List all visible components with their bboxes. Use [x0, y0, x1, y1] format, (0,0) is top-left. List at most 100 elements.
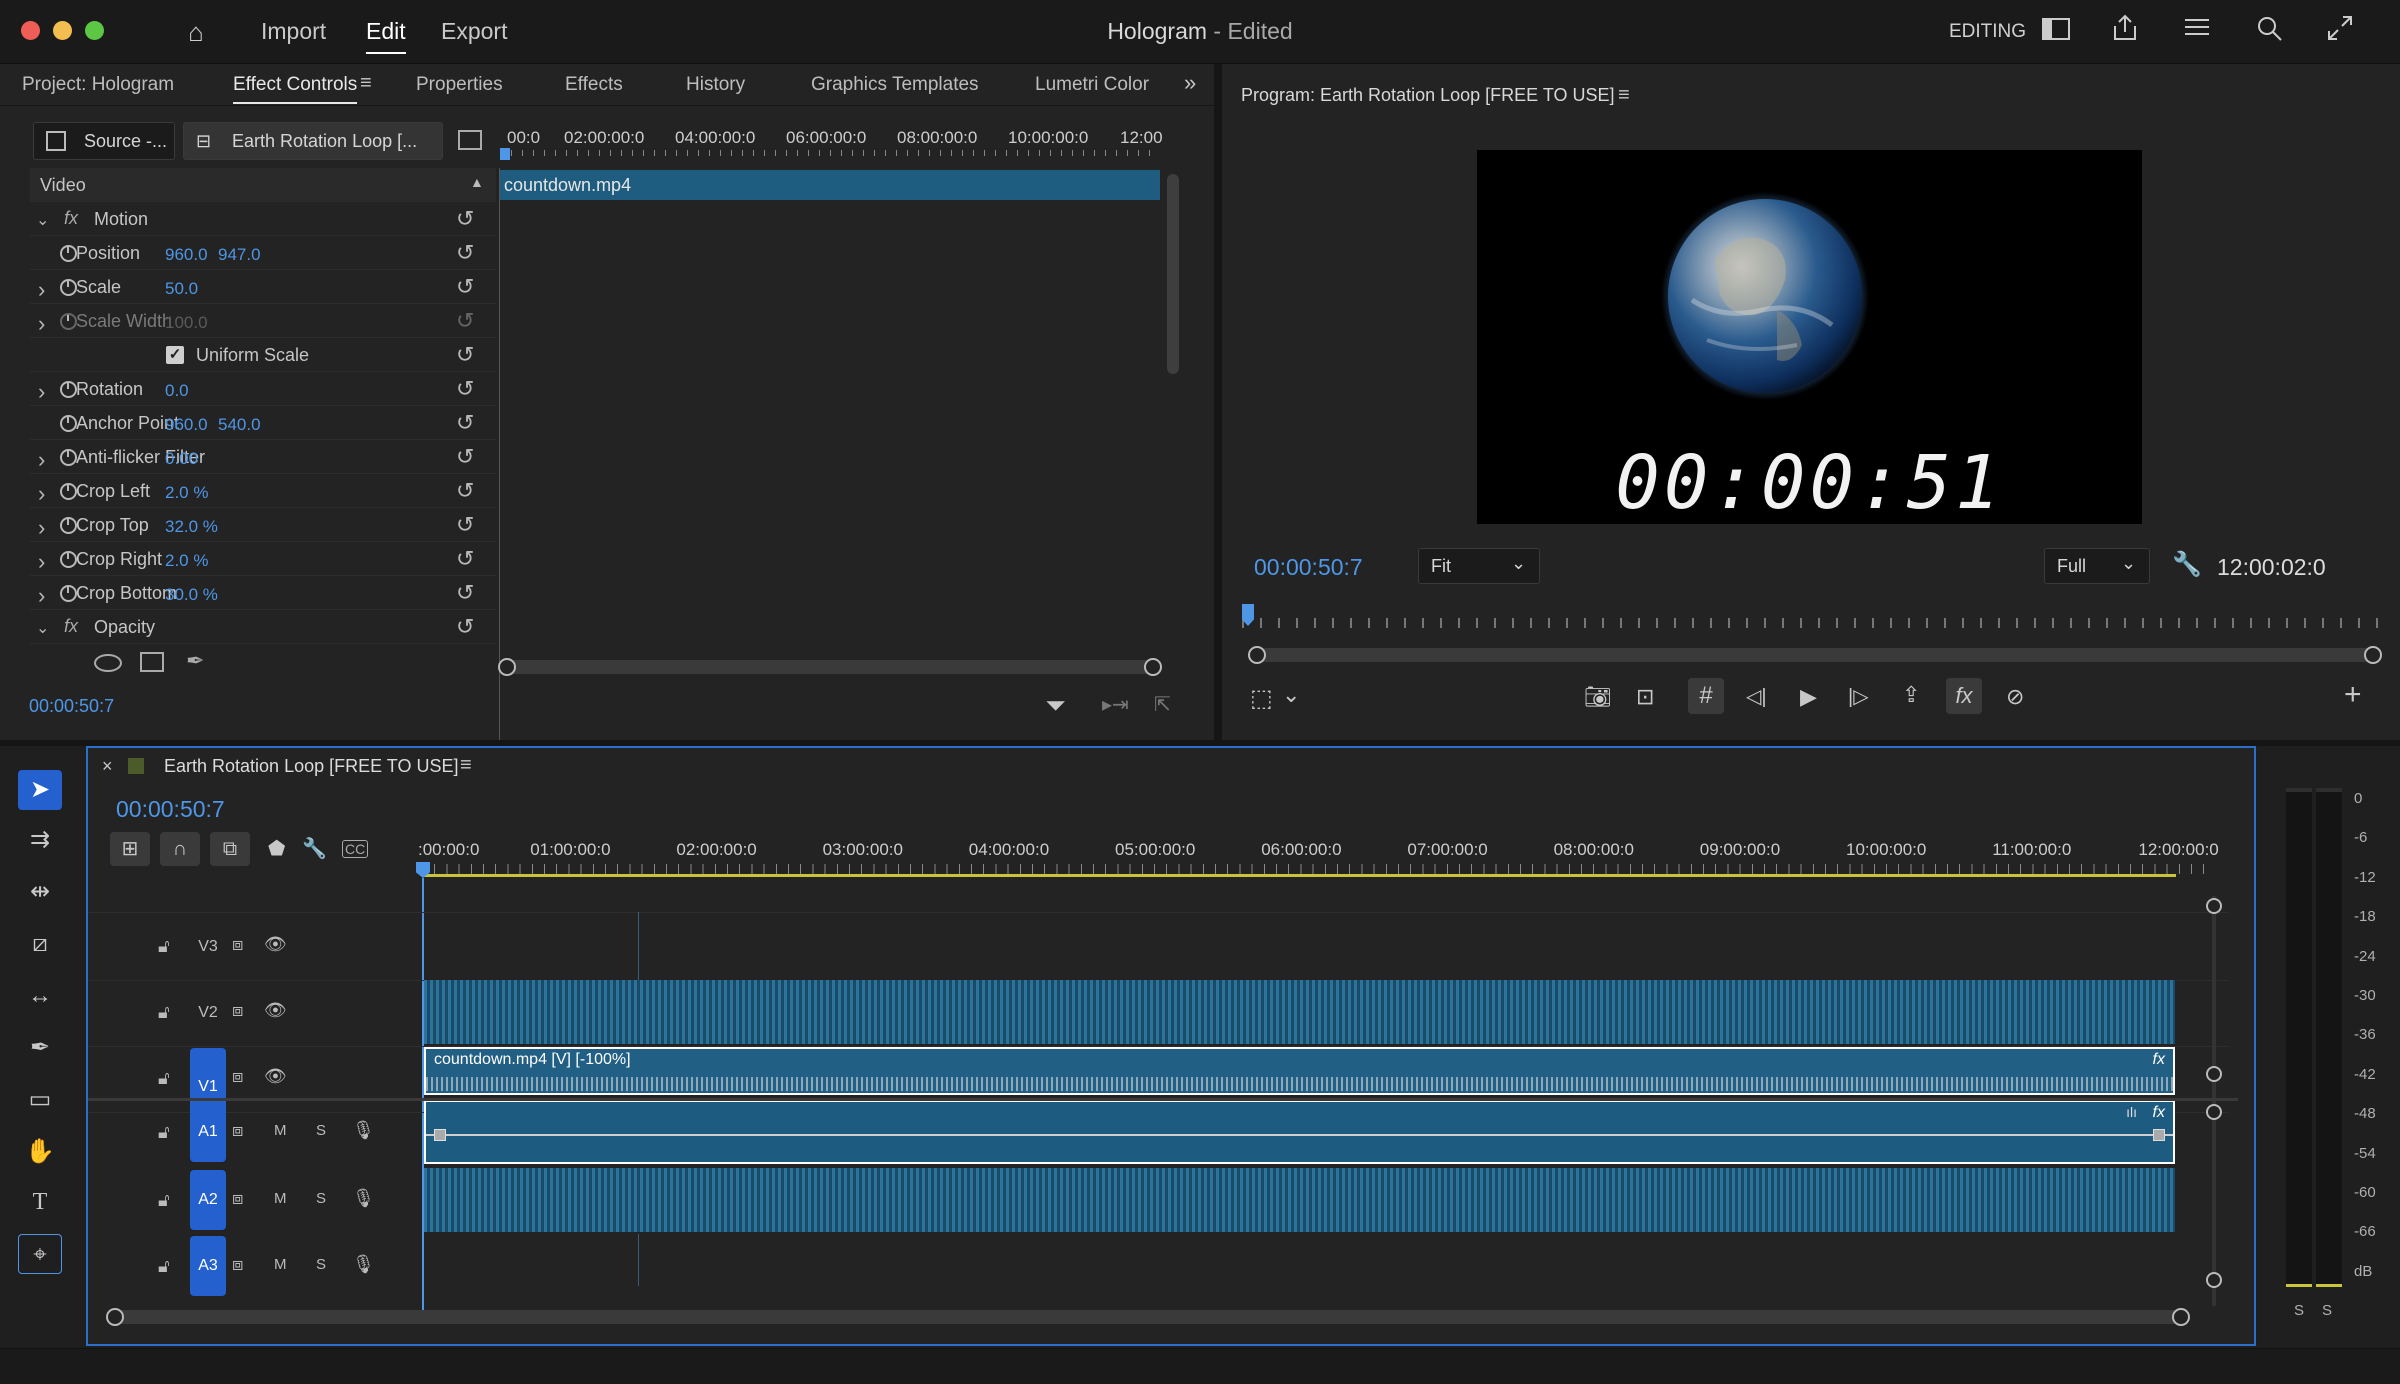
chevron-down-icon[interactable]: ⌄	[1282, 682, 1300, 708]
sync-lock-icon[interactable]: ⧈	[232, 1254, 243, 1275]
chevron-down-icon[interactable]: ⌄	[36, 210, 49, 230]
add-marker-icon[interactable]: ⬟	[268, 836, 285, 861]
property-value[interactable]: 30.0 %	[165, 585, 218, 605]
stopwatch-icon[interactable]	[60, 483, 77, 500]
program-video-frame[interactable]: 00:00:51	[1477, 150, 2142, 524]
reset-parameter-icon[interactable]: ↺	[456, 546, 474, 572]
lock-icon[interactable]: 🔓︎	[158, 936, 170, 957]
sequence-tab-button[interactable]: ⊟ Earth Rotation Loop [...	[183, 122, 443, 160]
property-value[interactable]: 32.0 %	[165, 517, 218, 537]
program-menu-icon[interactable]: ≡	[1618, 84, 1630, 107]
sync-lock-icon[interactable]: ⧈	[232, 1188, 243, 1209]
stopwatch-icon[interactable]	[60, 585, 77, 602]
lock-icon[interactable]: 🔓︎	[158, 1256, 170, 1277]
reset-parameter-icon[interactable]: ↺	[456, 512, 474, 538]
close-icon[interactable]: ×	[102, 756, 113, 777]
pen-mask-icon[interactable]: ✒	[186, 648, 204, 674]
export-frame-icon[interactable]: ⇱	[1154, 692, 1171, 717]
tab-properties[interactable]: Properties	[416, 74, 503, 96]
microphone-icon[interactable]: 🎙︎	[352, 1254, 375, 1275]
selection-tool-icon[interactable]: ➤	[18, 770, 62, 810]
ellipse-mask-icon[interactable]	[94, 654, 122, 672]
eye-icon[interactable]: 👁︎	[264, 934, 287, 955]
property-row[interactable]: › Crop Bottom 30.0 %	[30, 576, 496, 610]
reset-parameter-icon[interactable]: ↺	[456, 376, 474, 402]
sidebar-toggle-icon[interactable]	[458, 130, 482, 150]
chevron-right-icon[interactable]: ›	[38, 277, 45, 303]
track-target-v3[interactable]: V3	[190, 936, 226, 958]
step-back-icon[interactable]: ◁|	[1746, 684, 1767, 709]
solo-button[interactable]: S	[316, 1256, 326, 1273]
panel-menu-icon[interactable]: ≡	[360, 72, 372, 95]
sync-lock-icon[interactable]: ⧈	[232, 1120, 243, 1141]
timeline-timecode[interactable]: 00:00:50:7	[116, 796, 225, 823]
grid-icon[interactable]: #	[1688, 678, 1724, 714]
ec-horizontal-scrollbar[interactable]	[498, 658, 1162, 676]
wrench-icon[interactable]: 🔧	[2172, 550, 2202, 579]
reset-parameter-icon[interactable]: ↺	[456, 240, 474, 266]
property-value[interactable]: 960.0	[165, 415, 208, 435]
reset-parameter-icon[interactable]: ↺	[456, 444, 474, 470]
fx-toggle-icon[interactable]: fx	[1946, 678, 1982, 714]
panel-toggle-icon[interactable]	[2038, 14, 2074, 50]
motion-effect-row[interactable]: ⌄ fx Motion	[30, 202, 496, 236]
scroll-handle-left[interactable]	[106, 1308, 124, 1326]
scroll-handle[interactable]	[2206, 1272, 2222, 1288]
track-target-a1[interactable]: A1	[190, 1102, 226, 1162]
reset-parameter-icon[interactable]: ↺	[456, 342, 474, 368]
slip-tool-icon[interactable]: ↔	[18, 976, 62, 1016]
track-target-a3[interactable]: A3	[190, 1236, 226, 1296]
linked-selection-icon[interactable]: ⧉	[210, 832, 250, 866]
chevron-right-icon[interactable]: ›	[38, 311, 45, 337]
video-track-header[interactable]: 🔓︎ V3 ⧈ 👁︎	[88, 914, 418, 980]
property-row[interactable]: › Scale Width 100.0	[30, 304, 496, 338]
stopwatch-icon[interactable]	[60, 381, 77, 398]
camera-icon[interactable]: 📷︎	[1584, 684, 1612, 710]
filter-icon[interactable]: ⏷	[1045, 690, 1066, 722]
scroll-handle-right[interactable]	[2364, 646, 2382, 664]
eye-icon[interactable]: 👁︎	[264, 1000, 287, 1021]
insert-nest-icon[interactable]: ⊞	[110, 832, 150, 866]
opacity-effect-row[interactable]: ⌄ fx Opacity	[30, 610, 496, 644]
property-row[interactable]: Position 960.0 947.0	[30, 236, 496, 270]
property-value[interactable]: 0.0	[165, 381, 189, 401]
program-time-ruler[interactable]	[1242, 604, 2387, 628]
workspace-label[interactable]: EDITING	[1949, 21, 2026, 43]
property-value[interactable]: 100.0	[165, 313, 208, 333]
lock-icon[interactable]: 🔓︎	[158, 1190, 170, 1211]
search-icon[interactable]	[2251, 14, 2287, 50]
razor-tool-icon[interactable]: ⧄	[18, 924, 62, 964]
eye-icon[interactable]: 👁︎	[264, 1066, 287, 1087]
more-tabs-icon[interactable]: »	[1184, 70, 1196, 96]
timeline-menu-icon[interactable]: ≡	[460, 754, 472, 777]
lock-icon[interactable]: 🔓︎	[158, 1068, 170, 1089]
work-area-bar[interactable]	[422, 874, 2176, 877]
property-row[interactable]: Anchor Point 960.0 540.0	[30, 406, 496, 440]
ec-ruler[interactable]: 00:0 02:00:00:0 04:00:00:0 06:00:00:0 08…	[500, 128, 1163, 160]
mute-button[interactable]: M	[274, 1256, 287, 1273]
property-value[interactable]: 50.0	[165, 279, 198, 299]
solo-right-button[interactable]: S	[2322, 1302, 2332, 1319]
lock-icon[interactable]: 🔓︎	[158, 1002, 170, 1023]
play-icon[interactable]: ▶	[1800, 684, 1817, 710]
tab-lumetri-color[interactable]: Lumetri Color	[1035, 74, 1149, 96]
property-row[interactable]: ✓ Uniform Scale	[30, 338, 496, 372]
program-title[interactable]: Program: Earth Rotation Loop [FREE TO US…	[1241, 85, 1615, 106]
property-row[interactable]: › Crop Top 32.0 %	[30, 508, 496, 542]
snap-icon[interactable]: ∩	[160, 832, 200, 866]
audio-track-header[interactable]: 🔓︎ A3 ⧈ M S 🎙︎	[88, 1234, 418, 1300]
rectangle-mask-icon[interactable]	[140, 652, 164, 672]
property-row[interactable]: › Crop Left 2.0 %	[30, 474, 496, 508]
step-forward-icon[interactable]: |▷	[1848, 684, 1869, 709]
volume-keyframe-line[interactable]	[426, 1134, 2173, 1136]
add-button-icon[interactable]: +	[2344, 678, 2362, 712]
property-value[interactable]: 0.00	[165, 449, 198, 469]
timeline-settings-wrench-icon[interactable]: 🔧	[302, 836, 327, 861]
comparison-view-icon[interactable]: ⊘	[2006, 684, 2024, 710]
timeline-horizontal-scrollbar[interactable]	[106, 1308, 2190, 1326]
stopwatch-icon[interactable]	[60, 517, 77, 534]
reset-parameter-icon[interactable]: ↺	[456, 410, 474, 436]
solo-button[interactable]: S	[316, 1122, 326, 1139]
property-value-2[interactable]: 947.0	[218, 245, 261, 265]
track-select-tool-icon[interactable]: ⇉	[18, 820, 62, 860]
